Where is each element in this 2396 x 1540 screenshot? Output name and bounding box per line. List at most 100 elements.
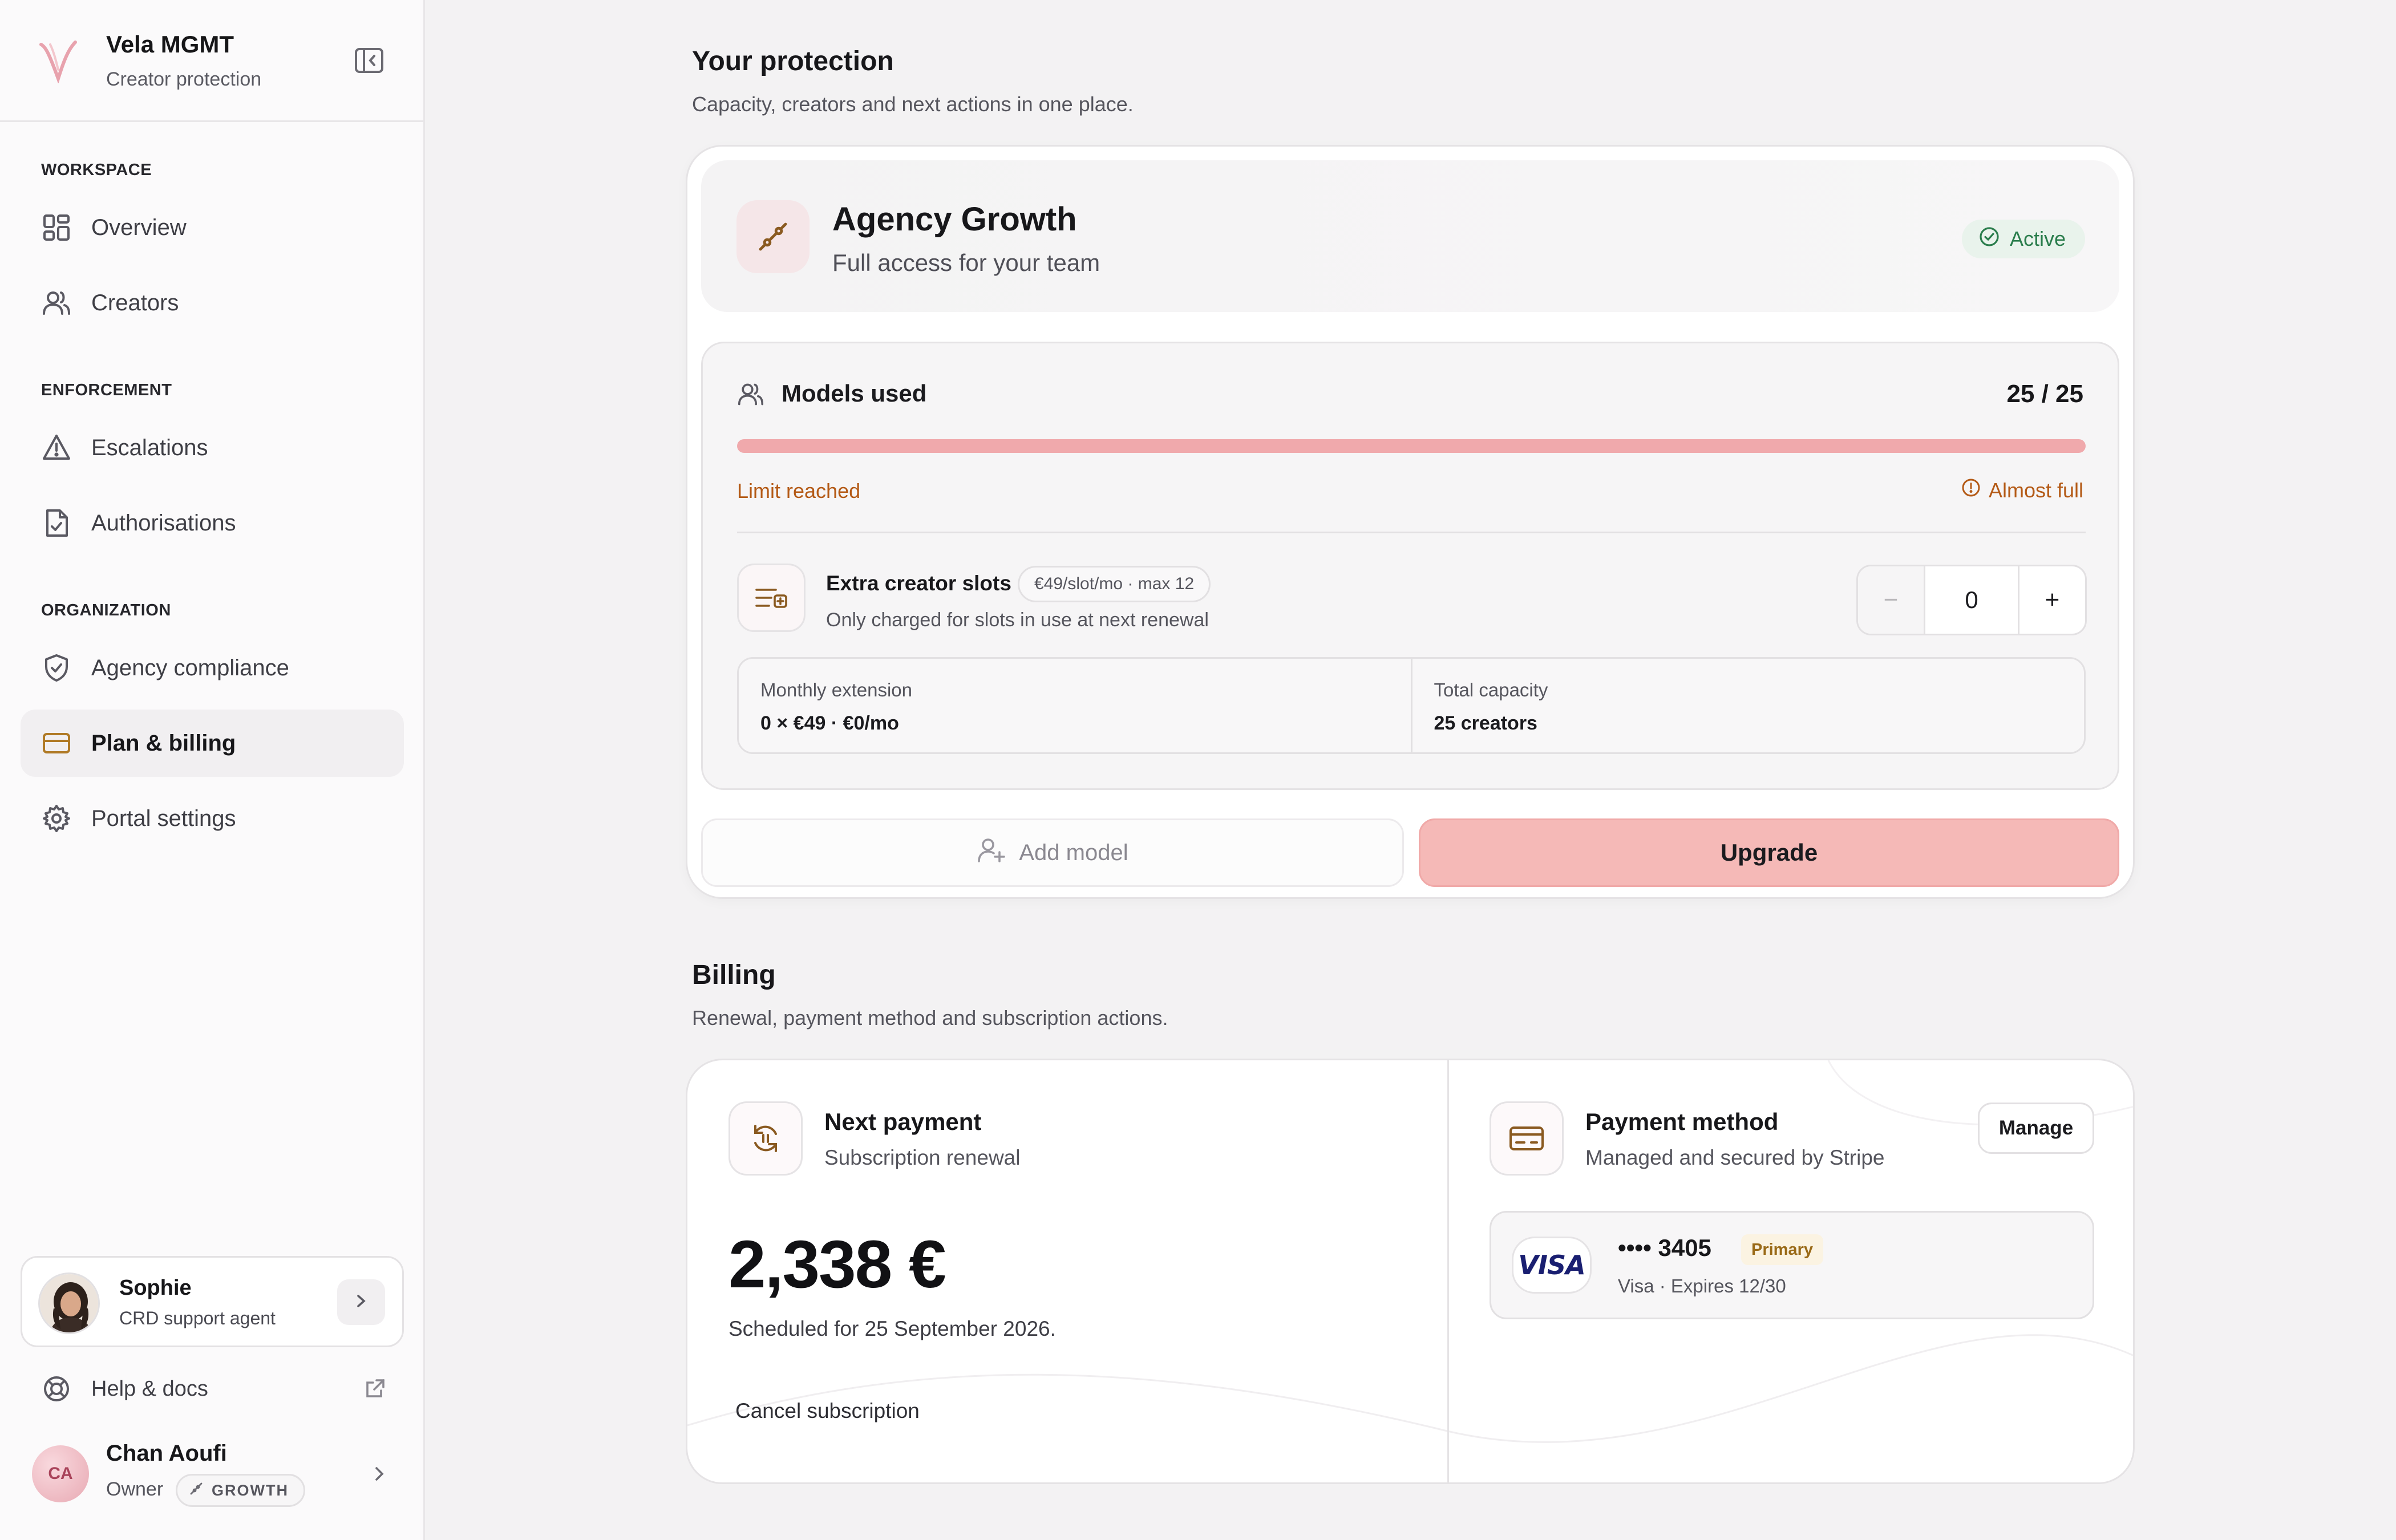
- sidebar-item-label: Portal settings: [91, 805, 236, 831]
- protection-card: Agency Growth Full access for your team …: [686, 145, 2135, 899]
- check-circle-icon: [1979, 226, 2000, 252]
- card-expiry: Visa · Expires 12/30: [1618, 1275, 1786, 1296]
- sidebar-collapse-icon[interactable]: [353, 46, 386, 75]
- plan-description: Full access for your team: [832, 249, 1100, 276]
- usage-title: Models used: [782, 380, 927, 407]
- plan-name: Agency Growth: [832, 201, 1077, 238]
- credit-card-icon: [1490, 1101, 1564, 1176]
- shield-icon: [41, 653, 72, 683]
- users-icon: [737, 381, 764, 410]
- metric-label: Total capacity: [1434, 679, 1548, 700]
- chevron-right-icon: [353, 1292, 370, 1312]
- capacity-warning-label: Almost full: [1988, 478, 2083, 502]
- status-label: Active: [2009, 227, 2066, 250]
- avatar: CA: [32, 1445, 89, 1502]
- extra-slots-title: Extra creator slots: [826, 572, 1011, 595]
- visa-logo: VISA: [1512, 1237, 1592, 1294]
- metric-monthly-extension: Monthly extension 0 × €49 · €0/mo: [739, 659, 1411, 752]
- user-role: Owner: [106, 1478, 164, 1500]
- chevron-right-icon: [369, 1464, 389, 1487]
- nav-group-workspace: WORKSPACE: [41, 161, 152, 179]
- extra-slots-price-badge: €49/slot/mo · max 12: [1018, 566, 1211, 602]
- avatar: [38, 1272, 100, 1334]
- slots-value[interactable]: 0: [1925, 566, 2018, 634]
- user-plus-icon: [977, 836, 1006, 869]
- alert-circle-icon: [1961, 478, 1981, 502]
- protection-section-subtitle: Capacity, creators and next actions in o…: [692, 92, 1134, 116]
- brand-logo-icon: [37, 38, 80, 84]
- metric-total-capacity: Total capacity 25 creators: [1410, 659, 2085, 752]
- extra-slots-note: Only charged for slots in use at next re…: [826, 609, 1209, 631]
- list-add-icon: [737, 564, 806, 632]
- sidebar-item-escalations[interactable]: Escalations: [21, 414, 404, 481]
- divider: [737, 532, 2086, 533]
- sidebar-item-label: Overview: [91, 214, 187, 240]
- gear-icon: [41, 803, 72, 834]
- add-model-button[interactable]: Add model: [701, 818, 1404, 887]
- sidebar-item-creators[interactable]: Creators: [21, 269, 404, 337]
- limit-status: Limit reached: [737, 479, 861, 502]
- billing-section-subtitle: Renewal, payment method and subscription…: [692, 1006, 1168, 1030]
- nav-group-organization: ORGANIZATION: [41, 601, 171, 619]
- users-icon: [41, 287, 72, 318]
- capacity-warning: Almost full: [1961, 478, 2083, 502]
- plan-header: Agency Growth Full access for your team …: [701, 160, 2119, 312]
- payment-method-title: Payment method: [1585, 1108, 1779, 1135]
- next-payment-amount: 2,338 €: [728, 1227, 946, 1302]
- usage-panel: Models used 25 / 25 Limit reached Almost…: [701, 342, 2119, 790]
- usage-progress-track: [737, 439, 2086, 453]
- help-docs-link[interactable]: Help & docs: [21, 1369, 404, 1409]
- protection-section-title: Your protection: [692, 46, 894, 76]
- brand-header: Vela MGMT Creator protection: [0, 0, 423, 122]
- external-link-icon: [363, 1377, 387, 1404]
- brand-subtitle: Creator protection: [106, 68, 262, 90]
- sidebar-item-plan-billing[interactable]: Plan & billing: [21, 710, 404, 777]
- primary-badge: Primary: [1741, 1234, 1824, 1265]
- sidebar-item-label: Authorisations: [91, 510, 236, 536]
- credit-card-icon: [41, 728, 72, 759]
- brand-name: Vela MGMT: [106, 31, 234, 58]
- sidebar-item-label: Agency compliance: [91, 655, 289, 680]
- add-model-label: Add model: [1019, 840, 1128, 865]
- user-name: Chan Aoufi: [106, 1441, 227, 1466]
- decrement-button[interactable]: −: [1858, 566, 1925, 634]
- trend-icon: [189, 1481, 204, 1500]
- sidebar-item-authorisations[interactable]: Authorisations: [21, 489, 404, 557]
- plan-badge-label: GROWTH: [212, 1481, 289, 1499]
- slots-stepper: − 0 +: [1856, 565, 2087, 635]
- lifebuoy-icon: [41, 1373, 72, 1404]
- metric-label: Monthly extension: [760, 679, 912, 700]
- agent-name: Sophie: [119, 1276, 192, 1300]
- manage-payment-button[interactable]: Manage: [1978, 1103, 2094, 1154]
- sidebar-item-agency-compliance[interactable]: Agency compliance: [21, 634, 404, 702]
- sidebar-item-label: Escalations: [91, 435, 208, 460]
- next-payment-title: Next payment: [824, 1108, 982, 1135]
- capacity-metrics: Monthly extension 0 × €49 · €0/mo Total …: [737, 657, 2086, 754]
- renew-icon: [728, 1101, 803, 1176]
- trend-icon: [736, 200, 810, 273]
- usage-count: 25 / 25: [2006, 380, 2083, 408]
- sidebar-item-portal-settings[interactable]: Portal settings: [21, 785, 404, 852]
- sidebar: Vela MGMT Creator protection WORKSPACE O…: [0, 0, 425, 1540]
- sidebar-item-label: Creators: [91, 290, 179, 315]
- payment-card[interactable]: VISA •••• 3405 Primary Visa · Expires 12…: [1490, 1211, 2094, 1319]
- payment-method-subtitle: Managed and secured by Stripe: [1585, 1146, 1885, 1169]
- billing-section-title: Billing: [692, 960, 776, 990]
- next-payment-date: Scheduled for 25 September 2026.: [728, 1317, 1056, 1340]
- next-payment-subtitle: Subscription renewal: [824, 1146, 1021, 1169]
- usage-progress-fill: [737, 439, 2086, 453]
- agent-open-button[interactable]: [337, 1279, 385, 1325]
- sidebar-item-overview[interactable]: Overview: [21, 194, 404, 261]
- warning-icon: [41, 432, 72, 463]
- user-menu[interactable]: CA Chan Aoufi Owner GROWTH: [21, 1432, 404, 1517]
- file-check-icon: [41, 508, 72, 538]
- card-number: •••• 3405: [1618, 1234, 1711, 1261]
- cancel-subscription-link[interactable]: Cancel subscription: [735, 1399, 920, 1423]
- agent-role: CRD support agent: [119, 1308, 276, 1328]
- billing-card: Next payment Subscription renewal 2,338 …: [686, 1059, 2135, 1484]
- increment-button[interactable]: +: [2018, 566, 2085, 634]
- support-agent-card[interactable]: Sophie CRD support agent: [21, 1256, 404, 1347]
- upgrade-button[interactable]: Upgrade: [1419, 818, 2119, 887]
- metric-value: 25 creators: [1434, 712, 1537, 734]
- nav-group-enforcement: ENFORCEMENT: [41, 381, 172, 399]
